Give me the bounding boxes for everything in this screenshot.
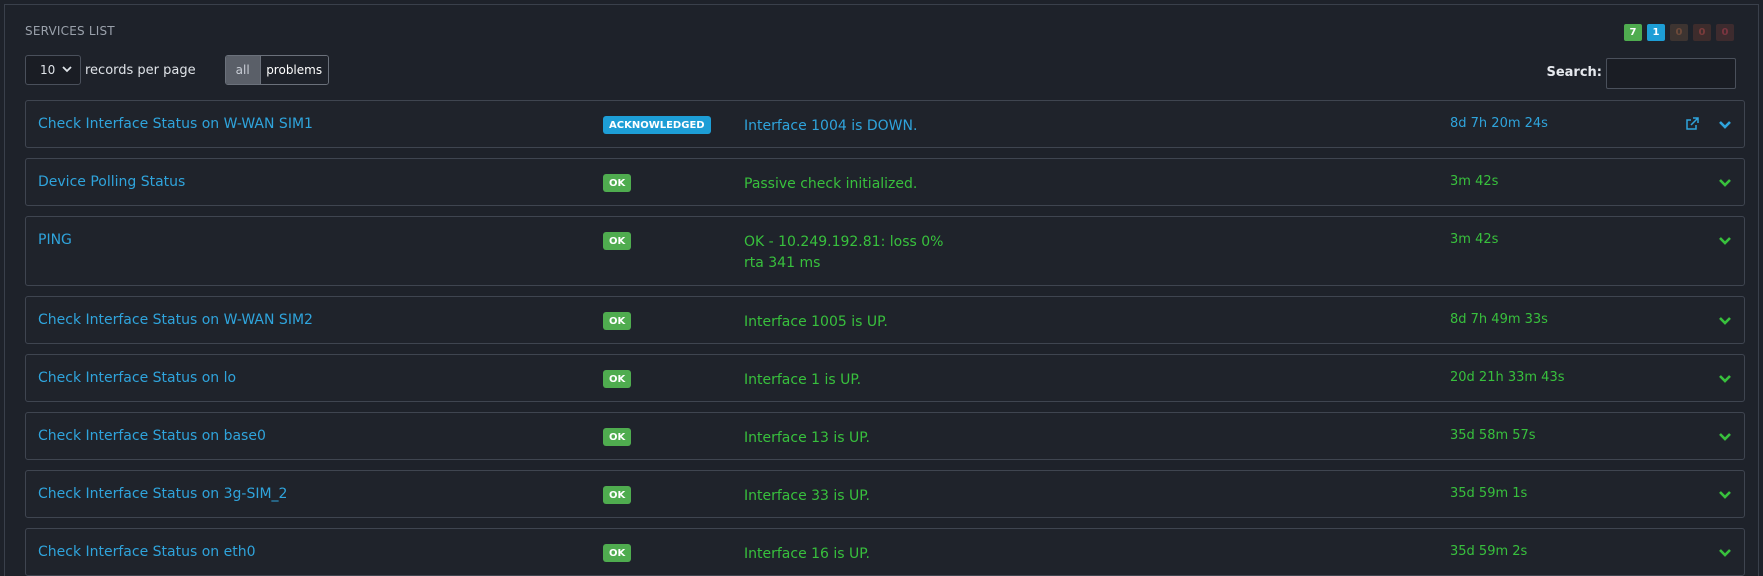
service-row[interactable]: Check Interface Status on W-WAN SIM2 OK … [25, 296, 1745, 344]
service-output-line: rta 341 ms [744, 255, 821, 271]
service-duration: 35d 59m 2s [1450, 544, 1528, 559]
panel-title: SERVICES LIST [25, 24, 115, 38]
service-output-line: OK - 10.249.192.81: loss 0% [744, 234, 944, 250]
chevron-down-icon[interactable] [1718, 431, 1732, 443]
service-row[interactable]: Check Interface Status on eth0 OK Interf… [25, 528, 1745, 576]
service-output: OK - 10.249.192.81: loss 0% rta 341 ms [744, 232, 943, 274]
chevron-down-icon[interactable] [1718, 373, 1732, 385]
services-panel: SERVICES LIST 7 1 0 0 0 10 records per p… [4, 4, 1759, 576]
status-badge: OK [603, 486, 632, 504]
badge-warning-count[interactable]: 0 [1670, 24, 1688, 41]
records-per-page-label: records per page [85, 62, 196, 78]
service-row[interactable]: Check Interface Status on 3g-SIM_2 OK In… [25, 470, 1745, 518]
service-duration: 35d 59m 1s [1450, 486, 1528, 501]
chevron-down-icon[interactable] [1718, 235, 1732, 247]
service-output: Interface 13 is UP. [744, 430, 870, 446]
page-size-value: 10 [40, 63, 56, 77]
service-output: Interface 16 is UP. [744, 546, 870, 562]
service-output: Interface 1004 is DOWN. [744, 118, 918, 134]
status-badge: OK [603, 428, 632, 446]
service-name-link[interactable]: Device Polling Status [38, 174, 185, 190]
service-duration: 8d 7h 49m 33s [1450, 312, 1548, 327]
status-badge: ACKNOWLEDGED [603, 116, 711, 134]
search-input[interactable] [1606, 58, 1736, 89]
service-output: Interface 1005 is UP. [744, 314, 888, 330]
badge-critical-count[interactable]: 0 [1693, 24, 1711, 41]
service-name-link[interactable]: Check Interface Status on eth0 [38, 544, 255, 560]
service-output: Passive check initialized. [744, 176, 918, 192]
service-duration: 3m 42s [1450, 174, 1499, 189]
service-name-link[interactable]: Check Interface Status on lo [38, 370, 236, 386]
status-badge: OK [603, 312, 632, 330]
chevron-down-icon[interactable] [1718, 547, 1732, 559]
badge-ok-count[interactable]: 7 [1624, 24, 1642, 41]
chevron-down-icon[interactable] [1718, 489, 1732, 501]
status-badge: OK [603, 174, 632, 192]
service-output: Interface 33 is UP. [744, 488, 870, 504]
chevron-down-icon [62, 66, 72, 73]
filter-problems-button[interactable]: problems [259, 56, 328, 84]
services-list: Check Interface Status on W-WAN SIM1 ACK… [25, 100, 1745, 576]
service-name-link[interactable]: Check Interface Status on W-WAN SIM2 [38, 312, 313, 328]
status-badge: OK [603, 232, 632, 250]
service-name-link[interactable]: Check Interface Status on 3g-SIM_2 [38, 486, 287, 502]
service-row[interactable]: Device Polling Status OK Passive check i… [25, 158, 1745, 206]
service-duration: 35d 58m 57s [1450, 428, 1536, 443]
external-link-icon[interactable] [1684, 116, 1700, 132]
service-name-link[interactable]: PING [38, 232, 72, 248]
service-row[interactable]: PING OK OK - 10.249.192.81: loss 0% rta … [25, 216, 1745, 286]
badge-unknown-count[interactable]: 0 [1716, 24, 1734, 41]
status-badge: OK [603, 544, 632, 562]
service-duration: 8d 7h 20m 24s [1450, 116, 1548, 131]
service-output: Interface 1 is UP. [744, 372, 862, 388]
chevron-down-icon[interactable] [1718, 177, 1732, 189]
page-size-select[interactable]: 10 [25, 55, 81, 85]
service-row[interactable]: Check Interface Status on base0 OK Inter… [25, 412, 1745, 460]
status-badge: OK [603, 370, 632, 388]
search-label: Search: [1546, 65, 1602, 80]
filter-toggle: all problems [224, 55, 329, 85]
service-name-link[interactable]: Check Interface Status on W-WAN SIM1 [38, 116, 313, 132]
service-duration: 3m 42s [1450, 232, 1499, 247]
badge-acknowledged-count[interactable]: 1 [1647, 24, 1665, 41]
chevron-down-icon[interactable] [1718, 119, 1732, 131]
list-toolbar: 10 records per page all problems [25, 55, 329, 85]
chevron-down-icon[interactable] [1718, 315, 1732, 327]
service-row[interactable]: Check Interface Status on W-WAN SIM1 ACK… [25, 100, 1745, 148]
status-summary: 7 1 0 0 0 [1624, 24, 1734, 41]
filter-all-button[interactable]: all [225, 56, 260, 84]
service-row[interactable]: Check Interface Status on lo OK Interfac… [25, 354, 1745, 402]
service-name-link[interactable]: Check Interface Status on base0 [38, 428, 266, 444]
service-duration: 20d 21h 33m 43s [1450, 370, 1565, 385]
